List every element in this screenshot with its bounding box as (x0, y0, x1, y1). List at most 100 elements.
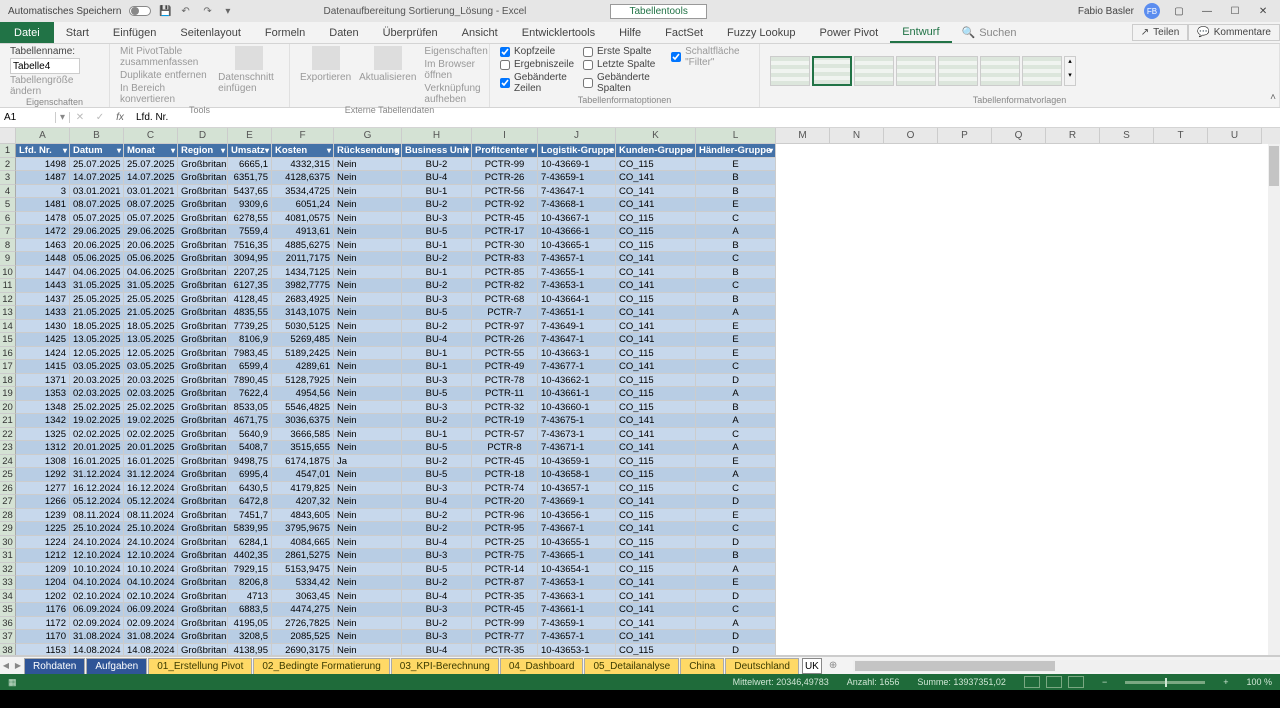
table-cell[interactable]: Großbritanni (178, 590, 228, 604)
fx-icon[interactable]: fx (110, 112, 130, 123)
table-cell[interactable]: 31.12.2024 (124, 468, 178, 482)
table-cell[interactable]: BU-3 (402, 401, 472, 415)
table-cell[interactable]: Nein (334, 536, 402, 550)
row-header[interactable]: 38 (0, 644, 16, 657)
table-cell[interactable]: 14.07.2025 (70, 171, 124, 185)
table-cell[interactable]: 6351,75 (228, 171, 272, 185)
table-cell[interactable]: CO_141 (616, 603, 696, 617)
column-header[interactable]: E (228, 128, 272, 144)
tab-start[interactable]: Start (54, 22, 101, 43)
table-cell[interactable]: 7-43671-1 (538, 441, 616, 455)
table-cell[interactable]: BU-5 (402, 225, 472, 239)
table-cell[interactable]: 12.10.2024 (124, 549, 178, 563)
table-cell[interactable]: Großbritanni (178, 414, 228, 428)
table-cell[interactable]: 20.06.2025 (124, 239, 178, 253)
table-cell[interactable]: 25.10.2024 (70, 522, 124, 536)
table-cell[interactable]: PCTR-20 (472, 495, 538, 509)
table-cell[interactable]: 5437,65 (228, 185, 272, 199)
table-cell[interactable]: CO_141 (616, 428, 696, 442)
table-cell[interactable]: Großbritanni (178, 252, 228, 266)
table-cell[interactable]: 4835,55 (228, 306, 272, 320)
table-header-cell[interactable]: Region (178, 144, 228, 158)
table-cell[interactable]: 5030,5125 (272, 320, 334, 334)
table-cell[interactable]: 4207,32 (272, 495, 334, 509)
table-cell[interactable]: 1277 (16, 482, 70, 496)
insert-slicer[interactable]: Datenschnitt einfügen (218, 46, 279, 94)
table-cell[interactable]: 19.02.2025 (124, 414, 178, 428)
table-cell[interactable]: 7516,35 (228, 239, 272, 253)
table-cell[interactable]: 10-43658-1 (538, 468, 616, 482)
table-cell[interactable]: 5408,7 (228, 441, 272, 455)
table-cell[interactable]: A (696, 563, 776, 577)
row-header[interactable]: 30 (0, 536, 16, 550)
table-cell[interactable]: 3982,7775 (272, 279, 334, 293)
table-cell[interactable]: 02.09.2024 (70, 617, 124, 631)
table-header-cell[interactable]: Händler-Gruppe (696, 144, 776, 158)
table-cell[interactable]: 6472,8 (228, 495, 272, 509)
table-cell[interactable]: PCTR-68 (472, 293, 538, 307)
row-header[interactable]: 23 (0, 441, 16, 455)
table-cell[interactable]: 1202 (16, 590, 70, 604)
table-cell[interactable]: 1472 (16, 225, 70, 239)
table-cell[interactable]: A (696, 468, 776, 482)
table-cell[interactable]: 7-43665-1 (538, 549, 616, 563)
table-cell[interactable]: 7-43667-1 (538, 522, 616, 536)
table-cell[interactable]: PCTR-97 (472, 320, 538, 334)
table-cell[interactable]: C (696, 482, 776, 496)
table-cell[interactable]: B (696, 549, 776, 563)
table-cell[interactable]: CO_141 (616, 522, 696, 536)
table-cell[interactable]: 08.11.2024 (124, 509, 178, 523)
vertical-scrollbar[interactable] (1268, 144, 1280, 655)
table-cell[interactable]: 10-43657-1 (538, 482, 616, 496)
row-header[interactable]: 10 (0, 266, 16, 280)
table-cell[interactable]: Nein (334, 225, 402, 239)
row-header[interactable]: 1 (0, 144, 16, 158)
table-cell[interactable]: 6127,35 (228, 279, 272, 293)
table-header-cell[interactable]: Kosten (272, 144, 334, 158)
table-cell[interactable]: 18.05.2025 (124, 320, 178, 334)
table-cell[interactable]: 03.05.2025 (70, 360, 124, 374)
row-header[interactable]: 11 (0, 279, 16, 293)
table-cell[interactable]: 02.02.2025 (124, 428, 178, 442)
redo-icon[interactable]: ↷ (203, 4, 217, 18)
table-header-cell[interactable]: Monat (124, 144, 178, 158)
row-header[interactable]: 29 (0, 522, 16, 536)
table-cell[interactable]: 13.05.2025 (70, 333, 124, 347)
table-cell[interactable]: PCTR-14 (472, 563, 538, 577)
table-cell[interactable]: 7-43653-1 (538, 279, 616, 293)
table-cell[interactable]: 1463 (16, 239, 70, 253)
table-cell[interactable]: 7-43675-1 (538, 414, 616, 428)
table-cell[interactable]: BU-2 (402, 509, 472, 523)
ext-properties[interactable]: Eigenschaften (424, 46, 487, 57)
convert-range[interactable]: In Bereich konvertieren (120, 83, 210, 105)
table-cell[interactable]: Nein (334, 266, 402, 280)
table-cell[interactable]: PCTR-8 (472, 441, 538, 455)
table-cell[interactable]: CO_141 (616, 198, 696, 212)
table-cell[interactable]: BU-4 (402, 495, 472, 509)
table-cell[interactable]: BU-2 (402, 279, 472, 293)
table-cell[interactable]: 31.05.2025 (124, 279, 178, 293)
table-cell[interactable]: 10-43663-1 (538, 347, 616, 361)
table-cell[interactable]: 10-43669-1 (538, 158, 616, 172)
table-cell[interactable]: 1425 (16, 333, 70, 347)
table-cell[interactable]: BU-1 (402, 347, 472, 361)
table-cell[interactable]: CO_141 (616, 279, 696, 293)
table-cell[interactable]: 10-43667-1 (538, 212, 616, 226)
table-cell[interactable]: 7-43673-1 (538, 428, 616, 442)
table-cell[interactable]: Großbritanni (178, 468, 228, 482)
table-cell[interactable]: 5153,9475 (272, 563, 334, 577)
table-cell[interactable]: Großbritanni (178, 158, 228, 172)
table-cell[interactable]: 08.11.2024 (70, 509, 124, 523)
table-cell[interactable]: 7451,7 (228, 509, 272, 523)
table-cell[interactable]: Großbritanni (178, 563, 228, 577)
table-cell[interactable]: PCTR-83 (472, 252, 538, 266)
table-cell[interactable]: 3515,655 (272, 441, 334, 455)
table-cell[interactable]: Nein (334, 158, 402, 172)
row-header[interactable]: 32 (0, 563, 16, 577)
table-cell[interactable]: 1498 (16, 158, 70, 172)
table-cell[interactable]: BU-5 (402, 468, 472, 482)
table-cell[interactable]: 7-43659-1 (538, 171, 616, 185)
gallery-more[interactable]: ▴▾ (1064, 56, 1076, 86)
table-cell[interactable]: CO_141 (616, 252, 696, 266)
table-cell[interactable]: 8206,8 (228, 576, 272, 590)
